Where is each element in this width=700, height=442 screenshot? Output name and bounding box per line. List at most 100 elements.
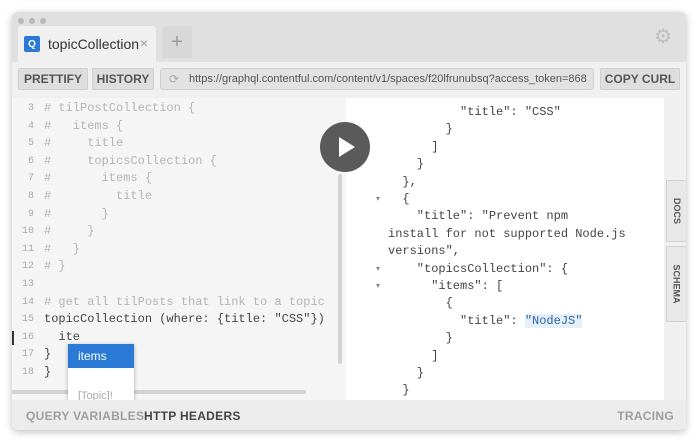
line-number: 3 (27, 103, 34, 114)
line-number: 15 (21, 314, 34, 326)
prettify-button[interactable]: PRETTIFY (18, 68, 88, 90)
line-number: 6 (27, 155, 34, 167)
line-number: 9 (27, 208, 34, 220)
play-icon (339, 137, 355, 157)
editor-vertical-scrollbar[interactable] (338, 174, 342, 364)
line-number: 17 (21, 349, 34, 361)
side-tabs: DOCS SCHEMA (664, 98, 686, 400)
result-text: }, (388, 174, 417, 189)
result-line: "topicsCollection": { (388, 261, 568, 278)
history-button[interactable]: HISTORY (92, 68, 154, 90)
result-line: } (388, 365, 424, 382)
result-text: ] (388, 348, 439, 363)
gear-icon[interactable]: ⚙ (654, 24, 672, 49)
line-number: 16 (21, 331, 34, 343)
result-text: versions", (388, 244, 461, 259)
line-number: 12 (21, 261, 34, 273)
line-number: 8 (27, 191, 34, 202)
query-variables-tab[interactable]: QUERY VARIABLES (26, 409, 144, 423)
result-text: "title": "CSS" (388, 105, 561, 119)
code-text: # } (44, 206, 109, 221)
code-text: # items { (44, 118, 124, 133)
result-line: { (388, 295, 453, 312)
code-text: } (44, 347, 52, 362)
line-number: 4 (27, 120, 34, 132)
toolbar: PRETTIFY HISTORY ⟳ https://graphql.conte… (12, 62, 686, 98)
fold-toggle-icon[interactable]: ▾ (376, 281, 380, 290)
result-text: } (388, 122, 453, 137)
tab-docs[interactable]: DOCS (666, 180, 686, 242)
query-editor[interactable]: 3 # tilPostCollection { 4 # items { 5 # title… (12, 98, 346, 400)
endpoint-url-text: https://graphql.contentful.com/content/v… (189, 73, 587, 85)
result-line: ] (388, 139, 438, 156)
code-text: # } (44, 259, 66, 274)
code-text: # } (44, 241, 81, 256)
result-text: "title": "Prevent npm (388, 209, 569, 224)
fold-toggle-icon[interactable]: ▾ (376, 264, 380, 273)
text-cursor (12, 330, 14, 345)
result-text: { (388, 296, 453, 311)
fold-toggle-icon[interactable]: ▾ (376, 194, 380, 203)
result-line: "items": [ (388, 278, 503, 295)
code-text: # tilPostCollection { (44, 101, 196, 115)
result-line: "title": "Prevent npm (388, 208, 568, 225)
result-text: { (388, 192, 410, 206)
title-bar: Q topicCollection × + ⚙ (12, 12, 686, 62)
tab-topic-collection[interactable]: Q topicCollection × (18, 26, 156, 62)
tab-schema[interactable]: SCHEMA (666, 246, 686, 322)
code-text: # } (44, 224, 95, 239)
line-number: 7 (27, 173, 34, 185)
code-text: topicCollection (where: {title: "CSS"}) (44, 312, 325, 327)
line-number: 14 (21, 296, 34, 308)
result-line: } (388, 330, 453, 347)
result-text: } (388, 366, 425, 380)
tab-schema-label: SCHEMA (671, 264, 682, 304)
code-text: # items { (44, 171, 153, 186)
autocomplete-item-items[interactable]: items (68, 344, 134, 368)
result-line: install for not supported Node.js (388, 226, 626, 243)
code-text: # get all tilPosts that link to a topic (44, 294, 325, 309)
add-tab-button[interactable]: + (162, 26, 192, 58)
copy-curl-button[interactable]: COPY CURL (600, 68, 680, 90)
tab-docs-label: DOCS (671, 197, 682, 225)
result-text: "title": (388, 313, 525, 328)
line-number: 10 (21, 226, 34, 238)
editor-horizontal-scrollbar[interactable] (12, 390, 306, 394)
code-text: } (44, 365, 52, 379)
highlighted-value: "NodeJS" (524, 313, 583, 328)
close-icon[interactable]: × (140, 35, 148, 51)
code-text: # title (44, 189, 153, 203)
maximize-window-dot[interactable] (40, 18, 46, 24)
result-line: { (388, 191, 410, 208)
result-line: ] (388, 348, 438, 365)
line-number: 11 (21, 243, 34, 255)
tab-title: topicCollection (48, 36, 140, 52)
result-line: } (388, 121, 453, 138)
result-line: versions", (388, 243, 460, 260)
code-text: # title (44, 136, 124, 151)
reload-icon[interactable]: ⟳ (169, 72, 183, 86)
playground-window: Q topicCollection × + ⚙ PRETTIFY HISTORY… (12, 12, 686, 430)
line-number: 18 (21, 367, 34, 378)
result-text: } (388, 331, 453, 346)
code-text: # topicsCollection { (44, 153, 217, 168)
tracing-tab[interactable]: TRACING (617, 409, 674, 423)
result-text: "topicsCollection": { (388, 261, 569, 276)
window-controls (18, 18, 46, 24)
bottom-bar: QUERY VARIABLES HTTP HEADERS TRACING (12, 400, 686, 430)
result-line: "title": "NodeJS" (388, 313, 583, 330)
result-text: ] (388, 139, 439, 154)
line-number: 13 (21, 279, 34, 290)
result-line: } (388, 156, 424, 173)
result-text: } (388, 157, 425, 172)
result-text: } (388, 383, 410, 398)
result-line: }, (388, 174, 417, 191)
result-line: } (388, 382, 410, 399)
result-text: install for not supported Node.js (388, 226, 626, 241)
endpoint-url-input[interactable]: ⟳ https://graphql.contentful.com/content… (160, 68, 594, 90)
line-number: 5 (27, 138, 34, 150)
http-headers-tab[interactable]: HTTP HEADERS (144, 409, 241, 423)
close-window-dot[interactable] (18, 18, 24, 24)
minimize-window-dot[interactable] (29, 18, 35, 24)
execute-query-button[interactable] (320, 122, 370, 172)
